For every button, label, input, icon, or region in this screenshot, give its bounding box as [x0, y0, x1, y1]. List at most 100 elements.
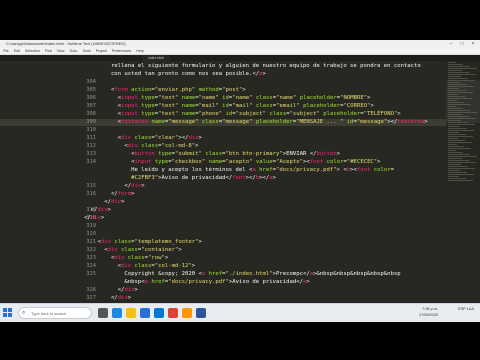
tray-clock[interactable]: 7:08 p.m. 17/06/2020	[419, 306, 438, 318]
minimap-line	[448, 68, 477, 69]
minimap-line	[448, 168, 475, 169]
minimap-line	[448, 100, 457, 101]
taskbar-search-input[interactable]: ⌕ Type here to search	[18, 307, 92, 319]
chrome-icon[interactable]	[168, 308, 178, 318]
menu-item-file[interactable]: File	[3, 49, 9, 53]
minimap[interactable]	[446, 61, 480, 321]
minimap-line	[448, 118, 476, 119]
code-line[interactable]: <input type="text" name="phone" id="subj…	[84, 111, 480, 118]
desktop-screen: C:\xampp\htdocs\web\index.html - Sublime…	[0, 40, 480, 321]
minimap-line	[448, 114, 462, 115]
code-line[interactable]: </div>	[84, 287, 480, 294]
file-explorer-icon[interactable]	[126, 308, 136, 318]
code-line[interactable]: <textarea name="message" class="message"…	[84, 119, 480, 126]
code-line[interactable]: </div>	[84, 207, 480, 214]
code-line[interactable]: <div class="container">	[84, 247, 480, 254]
code-line[interactable]: <div class="clear"></div>	[84, 135, 480, 142]
menu-item-view[interactable]: View	[57, 49, 65, 53]
minimap-line	[448, 154, 470, 155]
minimap-line	[448, 166, 468, 167]
minimap-line	[448, 88, 459, 89]
menu-item-edit[interactable]: Edit	[14, 49, 20, 53]
code-line[interactable]: <input type="text" name="name" id="name"…	[84, 95, 480, 102]
maximize-icon[interactable]: □	[457, 40, 467, 48]
menu-item-goto[interactable]: Goto	[70, 49, 78, 53]
minimap-line	[448, 76, 461, 77]
minimap-line	[448, 90, 466, 91]
minimap-line	[448, 122, 468, 123]
minimap-line	[448, 162, 476, 163]
code-line[interactable]: <div class="col-md-8">	[84, 143, 480, 150]
code-line[interactable]: <form action="enviar.php" method="post">	[84, 87, 480, 94]
minimap-line	[448, 96, 465, 97]
menu-bar: File Edit Selection Find View Goto Tools Projec…	[0, 48, 480, 55]
minimap-line	[448, 164, 461, 165]
code-line[interactable]: <div class="templatemo_footer">	[84, 239, 480, 246]
minimap-line	[448, 66, 470, 67]
minimap-line	[448, 136, 473, 137]
menu-item-preferences[interactable]: Preferences	[112, 49, 131, 53]
close-icon[interactable]: ×	[468, 40, 478, 48]
minimap-line	[448, 148, 471, 149]
title-bar: C:\xampp\htdocs\web\index.html - Sublime…	[0, 40, 480, 48]
code-line[interactable]: #C2FBF3">Aviso de privacidad</font></b><…	[84, 175, 480, 182]
minimap-line	[448, 152, 463, 153]
system-tray[interactable]: ESP LAA 7:08 p.m. 17/06/2020	[419, 306, 474, 317]
minimap-line	[448, 112, 477, 113]
code-line[interactable]: He leído y acepto los términos del <a hr…	[84, 167, 480, 174]
minimap-line	[448, 174, 474, 175]
minimap-line	[448, 106, 456, 107]
code-line[interactable]: </div>	[84, 215, 480, 222]
code-line[interactable]: &nbsp<a href="docs/privacy.pdf">Aviso de…	[84, 279, 480, 286]
minimap-line	[448, 84, 467, 85]
code-line[interactable]: Copyright &copy; 2020 <a href="./index.h…	[84, 271, 480, 278]
minimap-line	[448, 160, 469, 161]
code-line[interactable]: <button type="submit" class="btn btn-pri…	[84, 151, 480, 158]
code-line[interactable]: <div class="col-md-12">	[84, 263, 480, 270]
menu-item-find[interactable]: Find	[45, 49, 52, 53]
minimap-line	[448, 104, 471, 105]
sublime-icon[interactable]	[182, 308, 192, 318]
mail-icon[interactable]	[154, 308, 164, 318]
minimap-line	[448, 132, 459, 133]
task-view-icon[interactable]	[98, 308, 108, 318]
search-placeholder: Type here to search	[31, 311, 67, 316]
code-line[interactable]: </div>	[84, 295, 480, 302]
code-line[interactable]: <input type="text" name="mail" id="mail"…	[84, 103, 480, 110]
word-icon[interactable]	[196, 308, 206, 318]
line-number: 319	[86, 223, 96, 229]
code-line[interactable]: con usted tan pronto como nos sea posibl…	[84, 71, 480, 78]
tab-index-html[interactable]: index.html	[142, 55, 170, 61]
minimap-line	[448, 156, 477, 157]
menu-item-help[interactable]: Help	[136, 49, 143, 53]
minimize-icon[interactable]: –	[446, 40, 456, 48]
code-line[interactable]: <div class="row">	[84, 255, 480, 262]
minimap-line	[448, 74, 476, 75]
code-line[interactable]: </div>	[84, 199, 480, 206]
windows-start-icon[interactable]	[3, 308, 13, 318]
minimap-line	[448, 126, 460, 127]
minimap-line	[448, 146, 464, 147]
code-line[interactable]: </div>	[84, 183, 480, 190]
minimap-line	[448, 158, 462, 159]
code-line[interactable]: rellena el siguiente formulario y alguie…	[84, 63, 480, 70]
minimap-line	[448, 72, 469, 73]
edge-icon[interactable]	[112, 308, 122, 318]
code-line[interactable]: <input type="checkbox" name="acepto" val…	[84, 159, 480, 166]
minimap-line	[448, 116, 469, 117]
minimap-line	[448, 176, 459, 177]
menu-item-tools[interactable]: Tools	[82, 49, 90, 53]
minimap-line	[448, 98, 472, 99]
store-icon[interactable]	[140, 308, 150, 318]
minimap-line	[448, 120, 461, 121]
code-line[interactable]: </form>	[84, 191, 480, 198]
minimap-line	[448, 94, 458, 95]
tray-language[interactable]: ESP LAA	[458, 306, 474, 312]
menu-item-project[interactable]: Project	[96, 49, 107, 53]
minimap-line	[448, 170, 460, 171]
menu-item-selection[interactable]: Selection	[25, 49, 40, 53]
search-icon: ⌕	[22, 310, 26, 316]
tray-date: 17/06/2020	[418, 313, 438, 317]
minimap-line	[448, 138, 458, 139]
minimap-line	[448, 150, 456, 151]
